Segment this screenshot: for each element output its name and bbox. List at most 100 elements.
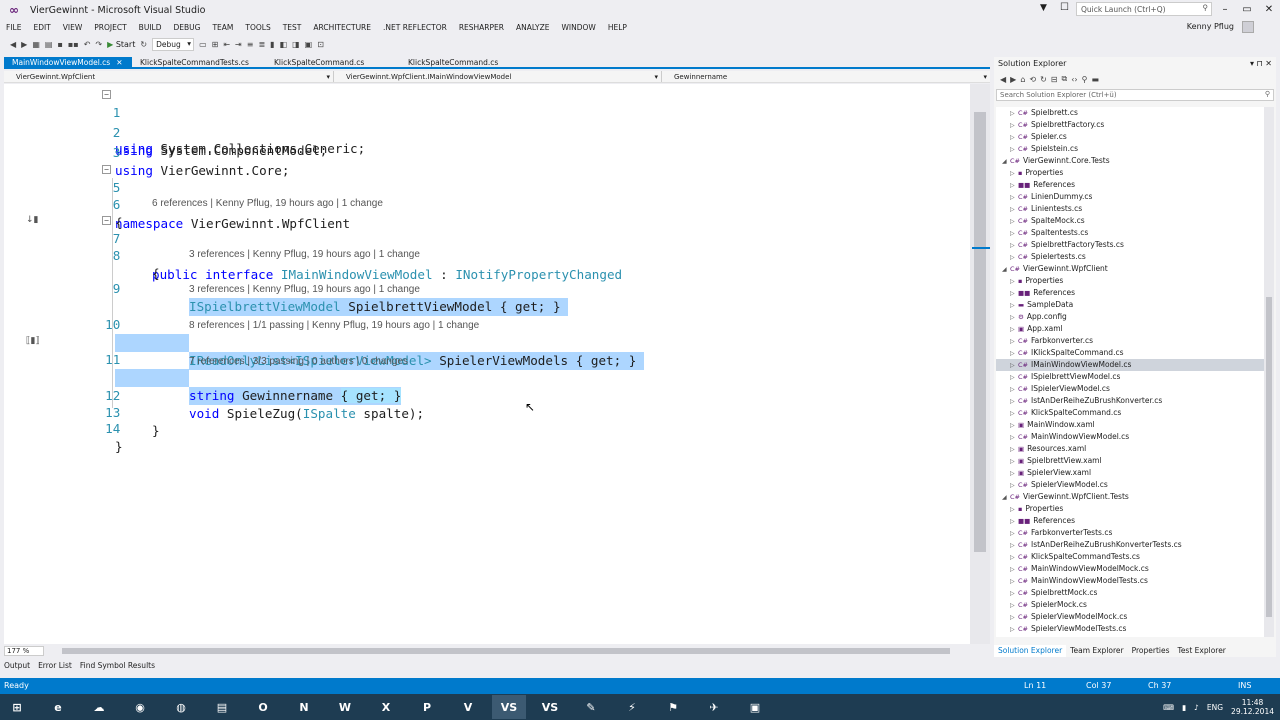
open-icon[interactable]: ▤ xyxy=(45,40,53,49)
taskbar-app-icon[interactable]: e xyxy=(41,695,75,719)
tree-node[interactable]: ▷ ▪ Properties xyxy=(1010,275,1063,287)
menu-view[interactable]: VIEW xyxy=(57,23,89,32)
home-icon[interactable]: ⌂ xyxy=(1020,75,1025,84)
network-icon[interactable]: ▮ xyxy=(1182,703,1186,712)
menu-team[interactable]: TEAM xyxy=(206,23,239,32)
tree-node[interactable]: ▷ C# Spieler.cs xyxy=(1010,131,1067,143)
tree-node[interactable]: ▷ C# Spaltentests.cs xyxy=(1010,227,1088,239)
menu-file[interactable]: FILE xyxy=(0,23,27,32)
tree-node[interactable]: ▷ C# SpielerViewModel.cs xyxy=(1010,479,1108,491)
avatar[interactable] xyxy=(1242,21,1254,33)
editor-scrollbar[interactable] xyxy=(970,84,990,644)
code-line[interactable]: 6 { xyxy=(4,178,964,230)
tree-node[interactable]: ▷ C# IstAnDerReiheZuBrushKonverter.cs xyxy=(1010,395,1162,407)
menu-build[interactable]: BUILD xyxy=(133,23,168,32)
bookmark-prev-icon[interactable]: ◧ xyxy=(280,40,288,49)
tab-find-symbol-results[interactable]: Find Symbol Results xyxy=(76,660,159,672)
panel-controls-icon[interactable]: ▾ ⊓ ✕ xyxy=(1250,57,1272,71)
bookmark-icon[interactable]: ▮ xyxy=(270,40,274,49)
code-lens[interactable]: 8 references | 1/1 passing | Kenny Pflug… xyxy=(189,320,479,332)
taskbar-app-icon[interactable]: ◍ xyxy=(164,695,198,719)
tree-node[interactable]: ▷ C# IKlickSpalteCommand.cs xyxy=(1010,347,1123,359)
code-line[interactable]: 1 − using System.Collections.Generic; xyxy=(4,86,964,156)
view-code-icon[interactable]: ‹› xyxy=(1071,75,1077,84)
toolbar-icon-d[interactable]: ⊡ xyxy=(317,40,324,49)
tree-node[interactable]: ▷ ▣ SpielbrettView.xaml xyxy=(1010,455,1102,467)
code-editor[interactable]: 1 − using System.Collections.Generic; 2 … xyxy=(4,84,970,644)
menu-help[interactable]: HELP xyxy=(602,23,633,32)
code-line[interactable]: 7 − public interface IMainWindowViewMode… xyxy=(4,212,964,282)
menu-architecture[interactable]: ARCHITECTURE xyxy=(307,23,377,32)
tab-klickspaltecommandtests[interactable]: KlickSpalteCommandTests.cs xyxy=(132,57,266,69)
save-icon[interactable]: ▪ xyxy=(57,40,62,49)
tree-node[interactable]: ▷ ▣ MainWindow.xaml xyxy=(1010,419,1095,431)
volume-icon[interactable]: ♪ xyxy=(1194,703,1199,712)
tree-node[interactable]: ▷ ■■ References xyxy=(1010,515,1075,527)
tree-node[interactable]: ▷ C# IMainWindowViewModel.cs xyxy=(996,359,1264,371)
tab-solution-explorer[interactable]: Solution Explorer xyxy=(994,645,1067,657)
tab-output[interactable]: Output xyxy=(0,660,34,672)
code-line[interactable]: 9 ISpielbrettViewModel SpielbrettViewMod… xyxy=(4,262,964,316)
bookmark-next-icon[interactable]: ◨ xyxy=(292,40,300,49)
tree-node[interactable]: ▷ ▣ App.xaml xyxy=(1010,323,1063,335)
scroll-thumb[interactable] xyxy=(1266,297,1272,617)
expand-arrow-icon[interactable]: ◢ xyxy=(1002,264,1010,276)
code-line[interactable]: 2 using System.ComponentModel; xyxy=(4,106,964,158)
tab-klickspaltecommand-2[interactable]: KlickSpalteCommand.cs xyxy=(400,57,534,69)
refresh-icon[interactable]: ↻ xyxy=(140,40,147,49)
taskbar-app-icon[interactable]: ✈ xyxy=(697,695,731,719)
tree-node[interactable]: ▷ ▪ Properties xyxy=(1010,503,1063,515)
taskbar-app-icon[interactable]: W xyxy=(328,695,362,719)
taskbar-app-icon[interactable]: X xyxy=(369,695,403,719)
config-select[interactable]: Debug xyxy=(152,37,195,51)
tree-node[interactable]: ▷ C# MainWindowViewModelTests.cs xyxy=(1010,575,1148,587)
taskbar-app-icon[interactable]: ✎ xyxy=(574,695,608,719)
menu-resharper[interactable]: RESHARPER xyxy=(453,23,510,32)
new-project-icon[interactable]: ▦ xyxy=(32,40,40,49)
preview-icon[interactable]: ▬ xyxy=(1091,75,1099,84)
tree-node[interactable]: ▷ C# Spielstein.cs xyxy=(1010,143,1078,155)
code-lens[interactable]: 3 references | Kenny Pflug, 19 hours ago… xyxy=(189,249,420,261)
tab-mainwindowviewmodel[interactable]: MainWindowViewModel.cs ✕ xyxy=(4,57,132,69)
user-name[interactable]: Kenny Pflug xyxy=(1187,22,1234,31)
feedback-icon[interactable]: ☐ xyxy=(1060,2,1069,13)
code-line[interactable]: 3 using VierGewinnt.Core; xyxy=(4,126,964,178)
forward-icon[interactable]: ▶ xyxy=(21,40,27,49)
tree-node[interactable]: ▷ C# LinienDummy.cs xyxy=(1010,191,1092,203)
save-all-icon[interactable]: ▪▪ xyxy=(68,40,79,49)
taskbar-app-icon[interactable]: VS xyxy=(533,695,567,719)
code-line[interactable]: 14 } xyxy=(4,402,964,454)
tree-node[interactable]: ▷ C# MainWindowViewModel.cs xyxy=(1010,431,1129,443)
language-indicator[interactable]: ENG xyxy=(1207,703,1223,712)
tree-node[interactable]: ▷ ▣ SpielerView.xaml xyxy=(1010,467,1091,479)
scroll-thumb[interactable] xyxy=(974,112,986,552)
taskbar-app-icon[interactable]: V xyxy=(451,695,485,719)
redo-icon[interactable]: ↷ xyxy=(95,40,102,49)
taskbar-app-icon[interactable]: ⚡ xyxy=(615,695,649,719)
tree-node[interactable]: ▷ ▬ SampleData xyxy=(1010,299,1073,311)
back-icon[interactable]: ◀ xyxy=(1000,75,1006,84)
menu-analyze[interactable]: ANALYZE xyxy=(510,23,556,32)
member-dropdown[interactable]: Gewinnername xyxy=(662,71,990,83)
code-line[interactable]: 10 IReadOnlyList<ISpielerViewModel> Spie… xyxy=(4,298,964,370)
properties-icon[interactable]: ⚲ xyxy=(1082,75,1088,84)
code-lens[interactable]: 6 references | Kenny Pflug, 19 hours ago… xyxy=(152,198,383,210)
zoom-select[interactable]: 177 % xyxy=(4,646,44,656)
tree-node[interactable]: ▷ C# ISpielbrettViewModel.cs xyxy=(1010,371,1120,383)
back-icon[interactable]: ◀ xyxy=(10,40,16,49)
start-icon[interactable]: ⊞ xyxy=(0,695,34,719)
tree-node[interactable]: ▷ C# SpalteMock.cs xyxy=(1010,215,1085,227)
menu-net-reflector[interactable]: .NET REFLECTOR xyxy=(377,23,453,32)
quick-launch-input[interactable]: Quick Launch (Ctrl+Q) ⚲ xyxy=(1076,2,1212,16)
expand-arrow-icon[interactable]: ◢ xyxy=(1002,492,1010,504)
tree-node[interactable]: ▷ C# Spielertests.cs xyxy=(1010,251,1086,263)
tab-close-icon[interactable]: ✕ xyxy=(116,58,122,67)
tree-node[interactable]: ▷ C# IstAnDerReiheZuBrushKonverterTests.cs xyxy=(1010,539,1182,551)
collapse-all-icon[interactable]: ⊟ xyxy=(1051,75,1058,84)
toolbar-icon-c[interactable]: ▣ xyxy=(305,40,313,49)
taskbar-app-icon[interactable]: ⚑ xyxy=(656,695,690,719)
tree-node[interactable]: ▷ C# MainWindowViewModelMock.cs xyxy=(1010,563,1149,575)
undo-icon[interactable]: ↶ xyxy=(84,40,91,49)
taskbar-app-icon[interactable]: ▤ xyxy=(205,695,239,719)
start-button[interactable]: ▶ Start xyxy=(107,40,135,49)
